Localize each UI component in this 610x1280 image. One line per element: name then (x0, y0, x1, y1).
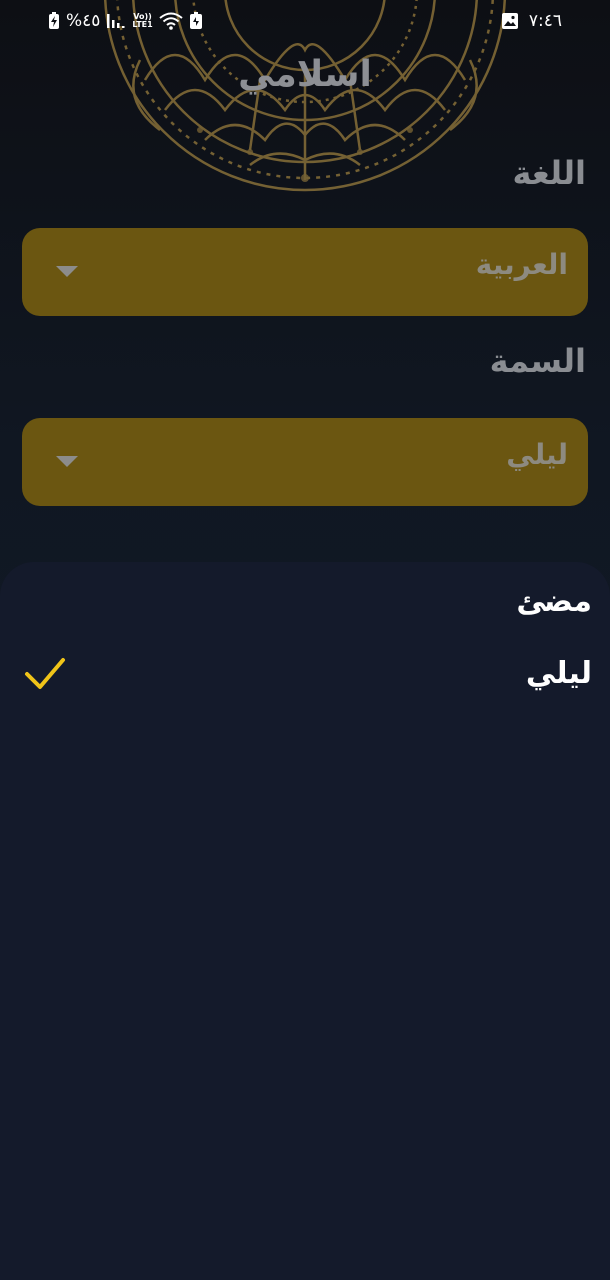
theme-option-light[interactable]: مضئ (0, 572, 610, 636)
status-icons-right: ٧:٤٦ (501, 10, 562, 32)
volte-bottom-text: LTE1 (132, 20, 153, 29)
status-icons-left: %٤٥ Vo)) LTE1 (48, 10, 203, 32)
volte-icon: Vo)) LTE1 (132, 13, 152, 29)
language-label: اللغة (512, 154, 586, 192)
battery-charging-icon (49, 12, 59, 29)
theme-option-label: مضئ (516, 584, 592, 619)
wifi-icon (159, 12, 183, 30)
check-icon (25, 658, 65, 689)
dropdown-arrow-icon (56, 266, 78, 277)
theme-dropdown-value: ليلي (506, 438, 568, 471)
language-dropdown[interactable]: العربية (22, 228, 588, 316)
language-dropdown-value: العربية (475, 248, 568, 281)
theme-dropdown[interactable]: ليلي (22, 418, 588, 506)
theme-option-label: ليلي (525, 656, 592, 691)
status-bar: %٤٥ Vo)) LTE1 ٧:٤٦ (0, 0, 610, 42)
app-screen: %٤٥ Vo)) LTE1 ٧:٤٦ اسلامي اللغة العربية … (0, 0, 610, 1280)
gallery-notification-icon (501, 13, 518, 29)
battery-percent: %٤٥ (66, 11, 101, 31)
theme-option-dark[interactable]: ليلي (0, 644, 610, 708)
app-title: اسلامي (238, 54, 372, 95)
status-time: ٧:٤٦ (528, 11, 562, 31)
theme-options-sheet: مضئ ليلي (0, 562, 610, 1280)
dropdown-arrow-icon (56, 456, 78, 467)
battery-saver-icon (189, 12, 202, 29)
signal-icon (107, 14, 125, 28)
theme-label: السمة (489, 342, 586, 380)
